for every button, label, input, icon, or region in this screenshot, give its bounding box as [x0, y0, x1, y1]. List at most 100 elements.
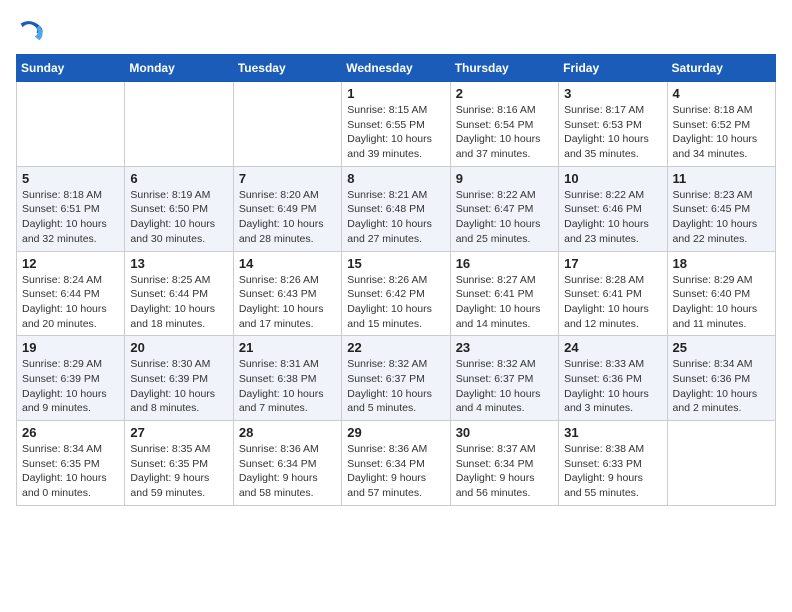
day-of-week-header: Thursday: [450, 55, 558, 82]
day-info: Sunrise: 8:29 AM Sunset: 6:39 PM Dayligh…: [22, 357, 119, 416]
day-info: Sunrise: 8:22 AM Sunset: 6:47 PM Dayligh…: [456, 188, 553, 247]
calendar-cell: [17, 82, 125, 167]
calendar-week-row: 19 Sunrise: 8:29 AM Sunset: 6:39 PM Dayli…: [17, 336, 776, 421]
day-number: 28: [239, 425, 336, 440]
day-info: Sunrise: 8:30 AM Sunset: 6:39 PM Dayligh…: [130, 357, 227, 416]
calendar-header-row: SundayMondayTuesdayWednesdayThursdayFrid…: [17, 55, 776, 82]
day-number: 16: [456, 256, 553, 271]
calendar-cell: 23Sunrise: 8:32 AM Sunset: 6:37 PM Dayli…: [450, 336, 558, 421]
calendar-cell: 4 Sunrise: 8:18 AM Sunset: 6:52 PM Daylig…: [667, 82, 775, 167]
day-number: 13: [130, 256, 227, 271]
day-info: Sunrise: 8:24 AM Sunset: 6:44 PM Dayligh…: [22, 273, 119, 332]
calendar-cell: 16 Sunrise: 8:27 AM Sunset: 6:41 PM Dayli…: [450, 251, 558, 336]
day-number: 20: [130, 340, 227, 355]
day-number: 11: [673, 171, 770, 186]
day-number: 29: [347, 425, 444, 440]
calendar-cell: 28 Sunrise: 8:36 AM Sunset: 6:34 PM Dayli…: [233, 421, 341, 506]
calendar-week-row: 26 Sunrise: 8:34 AM Sunset: 6:35 PM Dayli…: [17, 421, 776, 506]
day-info: Sunrise: 8:31 AM Sunset: 6:38 PM Dayligh…: [239, 357, 336, 416]
calendar: SundayMondayTuesdayWednesdayThursdayFrid…: [16, 54, 776, 506]
calendar-cell: 11 Sunrise: 8:23 AM Sunset: 6:45 PM Dayli…: [667, 166, 775, 251]
calendar-cell: 30Sunrise: 8:37 AM Sunset: 6:34 PM Dayli…: [450, 421, 558, 506]
calendar-cell: 15 Sunrise: 8:26 AM Sunset: 6:42 PM Dayli…: [342, 251, 450, 336]
day-info: Sunrise: 8:22 AM Sunset: 6:46 PM Dayligh…: [564, 188, 661, 247]
day-info: Sunrise: 8:38 AM Sunset: 6:33 PM Dayligh…: [564, 442, 661, 501]
day-info: Sunrise: 8:27 AM Sunset: 6:41 PM Dayligh…: [456, 273, 553, 332]
day-number: 26: [22, 425, 119, 440]
calendar-cell: [125, 82, 233, 167]
day-number: 14: [239, 256, 336, 271]
day-of-week-header: Saturday: [667, 55, 775, 82]
calendar-cell: 21 Sunrise: 8:31 AM Sunset: 6:38 PM Dayli…: [233, 336, 341, 421]
day-info: Sunrise: 8:29 AM Sunset: 6:40 PM Dayligh…: [673, 273, 770, 332]
day-info: Sunrise: 8:26 AM Sunset: 6:43 PM Dayligh…: [239, 273, 336, 332]
day-number: 5: [22, 171, 119, 186]
day-info: Sunrise: 8:25 AM Sunset: 6:44 PM Dayligh…: [130, 273, 227, 332]
day-number: 3: [564, 86, 661, 101]
calendar-cell: 25 Sunrise: 8:34 AM Sunset: 6:36 PM Dayli…: [667, 336, 775, 421]
day-info: Sunrise: 8:37 AM Sunset: 6:34 PM Dayligh…: [456, 442, 553, 501]
day-info: Sunrise: 8:26 AM Sunset: 6:42 PM Dayligh…: [347, 273, 444, 332]
calendar-cell: 2 Sunrise: 8:16 AM Sunset: 6:54 PM Daylig…: [450, 82, 558, 167]
day-of-week-header: Tuesday: [233, 55, 341, 82]
day-number: 24: [564, 340, 661, 355]
calendar-cell: 27Sunrise: 8:35 AM Sunset: 6:35 PM Dayli…: [125, 421, 233, 506]
calendar-cell: 26 Sunrise: 8:34 AM Sunset: 6:35 PM Dayli…: [17, 421, 125, 506]
calendar-cell: 1Sunrise: 8:15 AM Sunset: 6:55 PM Daylig…: [342, 82, 450, 167]
header: [16, 16, 776, 44]
day-info: Sunrise: 8:23 AM Sunset: 6:45 PM Dayligh…: [673, 188, 770, 247]
logo: [16, 16, 48, 44]
calendar-week-row: 1Sunrise: 8:15 AM Sunset: 6:55 PM Daylig…: [17, 82, 776, 167]
day-info: Sunrise: 8:36 AM Sunset: 6:34 PM Dayligh…: [239, 442, 336, 501]
day-info: Sunrise: 8:34 AM Sunset: 6:35 PM Dayligh…: [22, 442, 119, 501]
calendar-cell: 5Sunrise: 8:18 AM Sunset: 6:51 PM Daylig…: [17, 166, 125, 251]
day-number: 15: [347, 256, 444, 271]
calendar-body: 1Sunrise: 8:15 AM Sunset: 6:55 PM Daylig…: [17, 82, 776, 506]
day-info: Sunrise: 8:21 AM Sunset: 6:48 PM Dayligh…: [347, 188, 444, 247]
day-of-week-header: Monday: [125, 55, 233, 82]
day-number: 17: [564, 256, 661, 271]
day-number: 18: [673, 256, 770, 271]
day-info: Sunrise: 8:34 AM Sunset: 6:36 PM Dayligh…: [673, 357, 770, 416]
day-number: 9: [456, 171, 553, 186]
day-number: 4: [673, 86, 770, 101]
calendar-cell: 31Sunrise: 8:38 AM Sunset: 6:33 PM Dayli…: [559, 421, 667, 506]
day-info: Sunrise: 8:16 AM Sunset: 6:54 PM Dayligh…: [456, 103, 553, 162]
day-info: Sunrise: 8:17 AM Sunset: 6:53 PM Dayligh…: [564, 103, 661, 162]
calendar-cell: 22Sunrise: 8:32 AM Sunset: 6:37 PM Dayli…: [342, 336, 450, 421]
calendar-cell: 19 Sunrise: 8:29 AM Sunset: 6:39 PM Dayli…: [17, 336, 125, 421]
calendar-cell: 8 Sunrise: 8:21 AM Sunset: 6:48 PM Daylig…: [342, 166, 450, 251]
day-info: Sunrise: 8:32 AM Sunset: 6:37 PM Dayligh…: [347, 357, 444, 416]
calendar-cell: 18 Sunrise: 8:29 AM Sunset: 6:40 PM Dayli…: [667, 251, 775, 336]
day-info: Sunrise: 8:18 AM Sunset: 6:52 PM Dayligh…: [673, 103, 770, 162]
day-number: 19: [22, 340, 119, 355]
calendar-cell: 3 Sunrise: 8:17 AM Sunset: 6:53 PM Daylig…: [559, 82, 667, 167]
calendar-cell: 6 Sunrise: 8:19 AM Sunset: 6:50 PM Daylig…: [125, 166, 233, 251]
day-info: Sunrise: 8:32 AM Sunset: 6:37 PM Dayligh…: [456, 357, 553, 416]
calendar-week-row: 12 Sunrise: 8:24 AM Sunset: 6:44 PM Dayli…: [17, 251, 776, 336]
day-number: 7: [239, 171, 336, 186]
day-number: 8: [347, 171, 444, 186]
calendar-cell: 17 Sunrise: 8:28 AM Sunset: 6:41 PM Dayli…: [559, 251, 667, 336]
calendar-cell: 14 Sunrise: 8:26 AM Sunset: 6:43 PM Dayli…: [233, 251, 341, 336]
day-number: 10: [564, 171, 661, 186]
calendar-cell: 7Sunrise: 8:20 AM Sunset: 6:49 PM Daylig…: [233, 166, 341, 251]
calendar-cell: 13 Sunrise: 8:25 AM Sunset: 6:44 PM Dayli…: [125, 251, 233, 336]
calendar-cell: 12 Sunrise: 8:24 AM Sunset: 6:44 PM Dayli…: [17, 251, 125, 336]
day-number: 6: [130, 171, 227, 186]
day-number: 27: [130, 425, 227, 440]
day-number: 2: [456, 86, 553, 101]
day-number: 25: [673, 340, 770, 355]
day-info: Sunrise: 8:28 AM Sunset: 6:41 PM Dayligh…: [564, 273, 661, 332]
day-number: 12: [22, 256, 119, 271]
day-info: Sunrise: 8:15 AM Sunset: 6:55 PM Dayligh…: [347, 103, 444, 162]
logo-icon: [16, 16, 44, 44]
calendar-cell: 24Sunrise: 8:33 AM Sunset: 6:36 PM Dayli…: [559, 336, 667, 421]
day-info: Sunrise: 8:19 AM Sunset: 6:50 PM Dayligh…: [130, 188, 227, 247]
day-number: 21: [239, 340, 336, 355]
day-of-week-header: Sunday: [17, 55, 125, 82]
calendar-week-row: 5Sunrise: 8:18 AM Sunset: 6:51 PM Daylig…: [17, 166, 776, 251]
day-info: Sunrise: 8:36 AM Sunset: 6:34 PM Dayligh…: [347, 442, 444, 501]
calendar-cell: 10 Sunrise: 8:22 AM Sunset: 6:46 PM Dayli…: [559, 166, 667, 251]
calendar-cell: 20 Sunrise: 8:30 AM Sunset: 6:39 PM Dayli…: [125, 336, 233, 421]
